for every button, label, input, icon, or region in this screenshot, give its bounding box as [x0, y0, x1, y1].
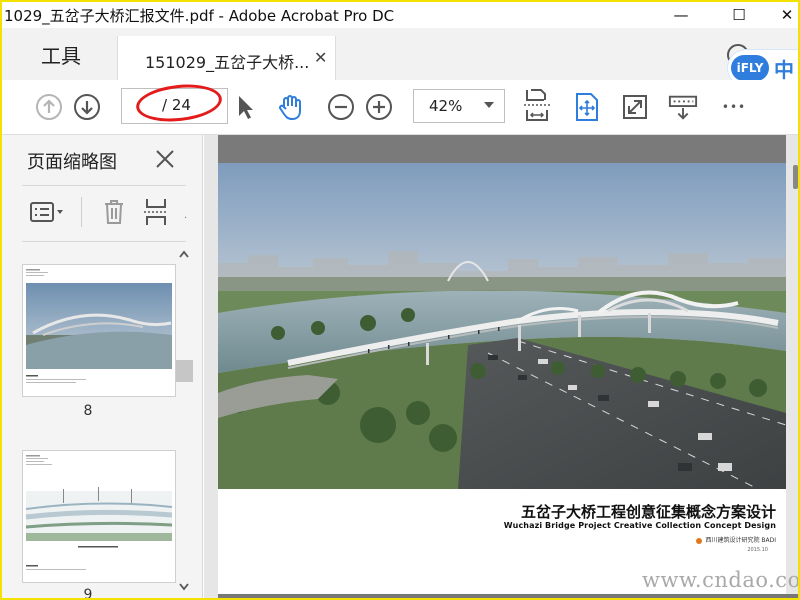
more-panel-tools-icon[interactable]: ·	[184, 213, 187, 224]
tab-bar: 工具 151029_五岔子大桥... ✕ 登	[2, 28, 798, 80]
scroll-up-arrow-icon	[179, 250, 189, 258]
app-window: 1029_五岔子大桥汇报文件.pdf - Adobe Acrobat Pro D…	[0, 0, 800, 600]
expand-icon	[623, 95, 647, 119]
ifly-language-label: 中	[774, 58, 794, 82]
full-screen-button[interactable]	[620, 92, 650, 122]
scrollbar-track	[176, 250, 193, 591]
close-panel-icon[interactable]	[153, 147, 177, 171]
document-date: 2015.10	[747, 547, 768, 553]
panel-title: 页面缩略图	[27, 152, 117, 173]
thumbnail-page-number: 9	[83, 587, 93, 600]
minimize-icon: —	[673, 6, 689, 24]
bridge-rendering-image	[218, 163, 786, 490]
hand-icon	[279, 95, 301, 121]
maximize-icon: ☐	[732, 6, 746, 24]
institute-label: 西川建筑设计研究院 BADI	[705, 537, 776, 544]
next-page-edge	[218, 594, 798, 598]
tab-tools[interactable]: 工具	[16, 38, 106, 70]
arrow-down-circle-icon	[74, 94, 100, 120]
toolbar-divider	[81, 197, 82, 227]
page-thumbnail-9[interactable]	[22, 450, 176, 583]
panel-divider	[22, 185, 186, 186]
plus-circle-icon	[366, 94, 392, 120]
tab-tools-label: 工具	[41, 43, 81, 68]
zoom-level-select[interactable]: 42%	[413, 89, 505, 123]
ifly-badge: iFLY	[731, 55, 769, 81]
fit-width-icon	[524, 89, 550, 121]
scrollbar-thumb	[176, 360, 193, 382]
select-tool-button[interactable]	[230, 92, 260, 122]
close-window-button[interactable]: ✕	[764, 2, 798, 28]
document-viewer[interactable]: 五岔子大桥工程创意征集概念方案设计 Wuchazi Bridge Project…	[204, 135, 798, 598]
cursor-arrow-icon	[239, 96, 253, 119]
page-number-field[interactable]: / 24	[121, 80, 228, 126]
next-page-button[interactable]	[72, 92, 102, 122]
page-8-preview	[23, 265, 175, 396]
thumbnail-options-button[interactable]	[28, 195, 70, 229]
document-title-chinese: 五岔子大桥工程创意征集概念方案设计	[520, 503, 776, 521]
thumbnail-page-number: 8	[83, 403, 93, 419]
more-icon: •••	[721, 100, 747, 114]
tab-document-label: 151029_五岔子大桥...	[145, 53, 310, 72]
tab-close-icon[interactable]: ✕	[314, 48, 327, 67]
institute-name: 西川建筑设计研究院 BADI	[696, 535, 776, 544]
minimize-button[interactable]: —	[658, 2, 704, 28]
fit-page-button[interactable]	[572, 92, 602, 122]
site-watermark: www.cndao.com	[642, 568, 800, 592]
chevron-down-icon	[484, 102, 494, 108]
thumbnail-scrollbar[interactable]	[174, 247, 194, 595]
previous-page-button[interactable]	[34, 92, 64, 122]
title-bar: 1029_五岔子大桥汇报文件.pdf - Adobe Acrobat Pro D…	[2, 2, 798, 28]
institute-logo-icon	[696, 537, 703, 544]
scroll-down-arrow-icon	[179, 583, 189, 591]
main-toolbar: / 24 42% •••	[2, 80, 798, 135]
window-title: 1029_五岔子大桥汇报文件.pdf - Adobe Acrobat Pro D…	[4, 7, 395, 25]
trash-icon	[105, 200, 123, 224]
zoom-out-button[interactable]	[326, 92, 356, 122]
close-icon: ✕	[780, 6, 794, 24]
fit-page-icon	[576, 93, 598, 121]
minus-circle-icon	[328, 94, 354, 120]
document-title-english: Wuchazi Bridge Project Creative Collecti…	[503, 521, 776, 530]
tab-document[interactable]: 151029_五岔子大桥... ✕	[117, 36, 336, 80]
more-tools-button[interactable]: •••	[719, 92, 749, 122]
page-9-preview	[23, 451, 175, 582]
delete-page-button[interactable]	[100, 195, 128, 229]
hand-tool-button[interactable]	[276, 92, 306, 122]
page-thumbnails-panel: 页面缩略图 · 8 9	[2, 135, 203, 598]
viewer-scrollbar-thumb[interactable]	[793, 165, 798, 189]
page-thumbnail-8[interactable]	[22, 264, 176, 397]
maximize-button[interactable]: ☐	[716, 2, 762, 28]
panel-divider	[22, 241, 186, 242]
insert-page-button[interactable]	[142, 195, 170, 229]
arrow-up-circle-icon	[36, 94, 62, 120]
red-annotation-ellipse	[134, 80, 224, 126]
pdf-page: 五岔子大桥工程创意征集概念方案设计 Wuchazi Bridge Project…	[218, 163, 786, 598]
keyboard-icon	[668, 95, 698, 120]
options-menu-icon	[30, 202, 63, 222]
zoom-in-button[interactable]	[364, 92, 394, 122]
insert-page-icon	[144, 199, 168, 225]
keyboard-tool-button[interactable]	[668, 92, 698, 122]
fit-width-button[interactable]	[522, 89, 552, 121]
previous-page-edge	[218, 135, 786, 163]
zoom-value: 42%	[429, 97, 463, 115]
